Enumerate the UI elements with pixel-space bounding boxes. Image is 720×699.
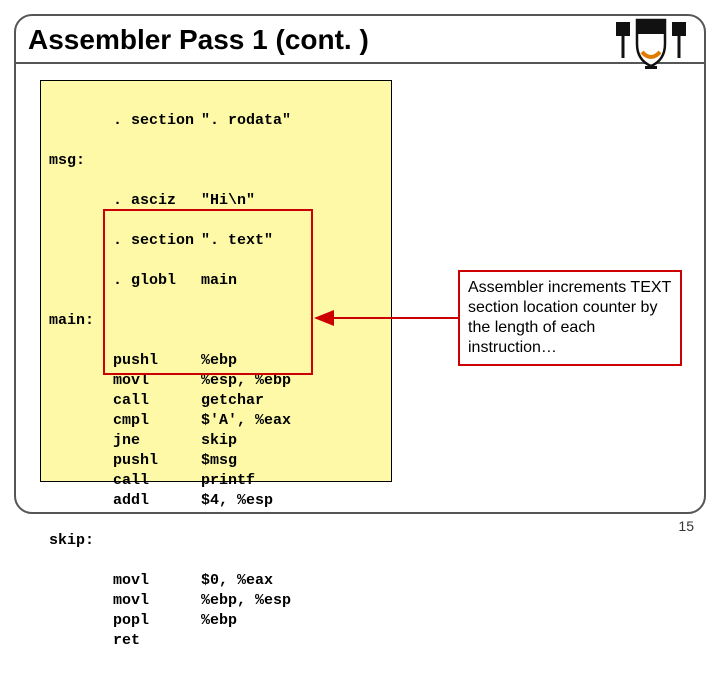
instruction-row: pushl$msg	[49, 451, 383, 471]
operands: $'A', %eax	[201, 411, 291, 431]
operands: $4, %esp	[201, 491, 273, 511]
mnemonic: ret	[113, 631, 201, 651]
shield-icon	[616, 14, 686, 70]
instruction-row: popl%ebp	[49, 611, 383, 631]
instruction-row: pushl%ebp	[49, 351, 383, 371]
instruction-row: callgetchar	[49, 391, 383, 411]
directive-arg: ". rodata"	[201, 111, 291, 131]
instruction-row: addl$4, %esp	[49, 491, 383, 511]
annotation-box: Assembler increments TEXT section locati…	[458, 270, 682, 366]
operands: %esp, %ebp	[201, 371, 291, 391]
mnemonic: movl	[113, 591, 201, 611]
operands: printf	[201, 471, 255, 491]
page-title: Assembler Pass 1 (cont. )	[28, 24, 369, 56]
label-msg: msg:	[49, 151, 105, 171]
logo	[616, 14, 686, 70]
directive-arg: "Hi\n"	[201, 191, 255, 211]
operands: getchar	[201, 391, 264, 411]
operands: $msg	[201, 451, 237, 471]
mnemonic: call	[113, 471, 201, 491]
page-number: 15	[678, 518, 694, 534]
mnemonic: pushl	[113, 451, 201, 471]
instruction-row: movl%ebp, %esp	[49, 591, 383, 611]
instruction-row: cmpl$'A', %eax	[49, 411, 383, 431]
instruction-row: movl$0, %eax	[49, 571, 383, 591]
directive: . section	[113, 231, 201, 251]
mnemonic: pushl	[113, 351, 201, 371]
operands: %ebp	[201, 611, 237, 631]
directive: . asciz	[113, 191, 201, 211]
mnemonic: call	[113, 391, 201, 411]
instruction-row: callprintf	[49, 471, 383, 491]
title-underline	[16, 62, 704, 64]
instruction-row: jneskip	[49, 431, 383, 451]
operands: $0, %eax	[201, 571, 273, 591]
mnemonic: movl	[113, 371, 201, 391]
operands: %ebp, %esp	[201, 591, 291, 611]
mnemonic: addl	[113, 491, 201, 511]
code-panel: . section". rodata" msg: . asciz"Hi\n" .…	[40, 80, 392, 482]
directive-arg: main	[201, 271, 237, 291]
directive: . section	[113, 111, 201, 131]
directive-arg: ". text"	[201, 231, 273, 251]
instruction-row: ret	[49, 631, 383, 651]
directive: . globl	[113, 271, 201, 291]
operands: skip	[201, 431, 237, 451]
instruction-row: movl%esp, %ebp	[49, 371, 383, 391]
annotation-text: Assembler increments TEXT section locati…	[468, 279, 671, 356]
operands: %ebp	[201, 351, 237, 371]
mnemonic: popl	[113, 611, 201, 631]
mnemonic: cmpl	[113, 411, 201, 431]
assembly-listing: . section". rodata" msg: . asciz"Hi\n" .…	[41, 81, 391, 699]
mnemonic: jne	[113, 431, 201, 451]
mnemonic: movl	[113, 571, 201, 591]
label-main: main:	[49, 311, 105, 331]
label-skip: skip:	[49, 531, 105, 551]
